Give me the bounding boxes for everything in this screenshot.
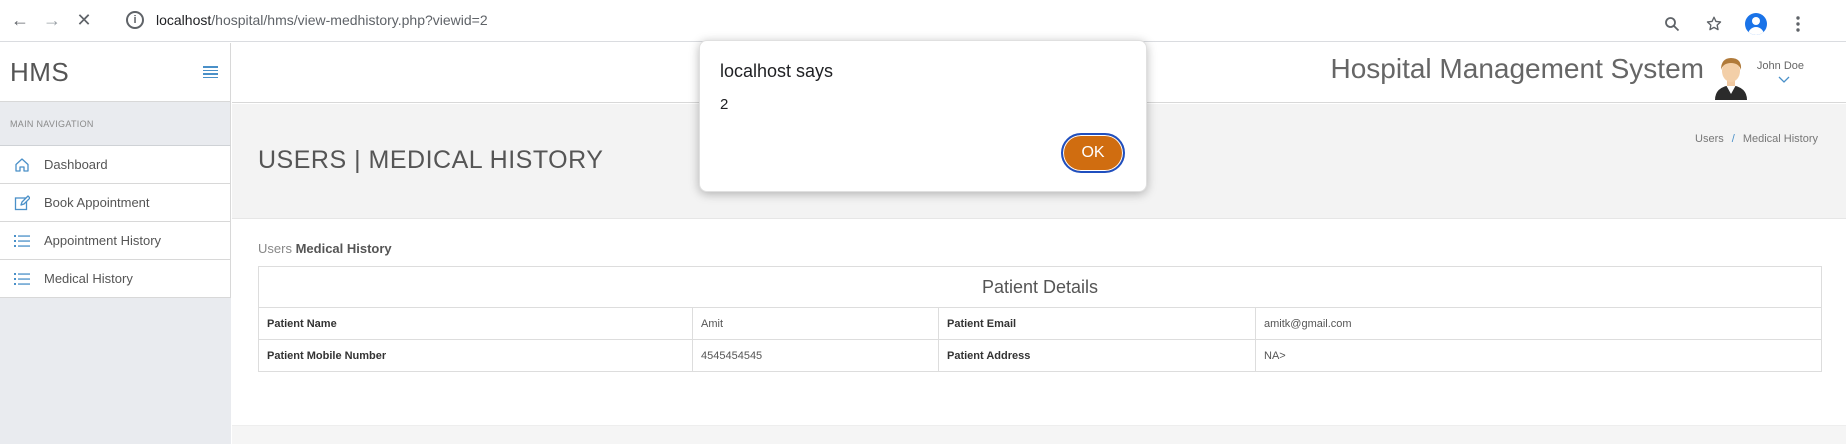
sidebar-item-book-appointment[interactable]: Book Appointment (0, 184, 230, 222)
patient-name-value: Amit (692, 307, 939, 340)
url-host: localhost (156, 12, 212, 28)
patient-address-value: NA> (1255, 339, 1822, 372)
home-icon (0, 157, 44, 173)
browser-toolbar: ← → ✕ i localhost/hospital/hms/view-medh… (0, 0, 1846, 42)
alert-dialog: localhost says 2 OK (699, 40, 1147, 192)
sidebar-item-dashboard[interactable]: Dashboard (0, 146, 230, 184)
stop-icon[interactable]: ✕ (72, 9, 96, 33)
breadcrumb-current: Medical History (1742, 133, 1818, 145)
url-text[interactable]: localhost/hospital/hms/view-medhistory.p… (156, 12, 488, 28)
sidebar-item-appointment-history[interactable]: Appointment History (0, 222, 230, 260)
brand-logo[interactable]: HMS (10, 57, 69, 88)
sidebar-menu: Dashboard Book Appointment Appointment H… (0, 146, 231, 298)
forward-icon[interactable]: → (40, 9, 64, 33)
sidebar-item-label: Book Appointment (44, 195, 150, 210)
patient-address-label: Patient Address (938, 339, 1256, 372)
breadcrumb-separator: / (1731, 133, 1735, 145)
list-icon (0, 272, 44, 286)
table-heading: Patient Details (258, 266, 1822, 308)
sidebar-item-label: Appointment History (44, 233, 162, 248)
address-bar[interactable]: i localhost/hospital/hms/view-medhistory… (118, 4, 1828, 36)
ok-button[interactable]: OK (1061, 133, 1125, 173)
section-title-main: Medical History (295, 241, 392, 256)
edit-icon (0, 194, 44, 211)
patient-mobile-value: 4545454545 (692, 339, 939, 372)
sidebar: HMS MAIN NAVIGATION Dashboard Book Appoi… (0, 43, 231, 444)
profile-icon[interactable] (1744, 12, 1768, 36)
list-icon (0, 234, 44, 248)
sidebar-item-label: Medical History (44, 271, 133, 286)
patient-mobile-label: Patient Mobile Number (258, 339, 693, 372)
section-title: Users Medical History (258, 241, 392, 256)
user-avatar[interactable] (1712, 54, 1750, 100)
sidebar-item-label: Dashboard (44, 157, 108, 172)
breadcrumb: Users / Medical History (1695, 133, 1818, 145)
dialog-message: 2 (720, 96, 729, 113)
dialog-title: localhost says (720, 61, 834, 81)
patient-email-value: amitk@gmail.com (1255, 307, 1822, 340)
zoom-icon[interactable] (1660, 12, 1684, 36)
table-row: Patient Name Amit Patient Email amitk@gm… (258, 307, 1822, 340)
patient-name-label: Patient Name (258, 307, 693, 340)
breadcrumb-users[interactable]: Users (1695, 133, 1724, 145)
content-panel: Users Medical History Patient Details Pa… (232, 219, 1846, 425)
url-path: /hospital/hms/view-medhistory.php?viewid… (211, 12, 488, 28)
content-footer (232, 425, 1846, 444)
patient-details-table: Patient Details Patient Name Amit Patien… (258, 266, 1822, 372)
chevron-down-icon[interactable] (1778, 73, 1790, 87)
more-menu-icon[interactable] (1786, 12, 1810, 36)
nav-section-label: MAIN NAVIGATION (0, 102, 231, 146)
brand-header: HMS (0, 43, 231, 102)
page-title: USERS | MEDICAL HISTORY (258, 146, 604, 174)
site-info-icon[interactable]: i (126, 11, 144, 29)
hamburger-menu-icon[interactable] (203, 66, 218, 78)
table-row: Patient Mobile Number 4545454545 Patient… (258, 339, 1822, 372)
bookmark-star-icon[interactable] (1702, 12, 1726, 36)
app-title: Hospital Management System (1330, 53, 1704, 84)
section-title-prefix: Users (258, 241, 292, 256)
user-name[interactable]: John Doe (1757, 60, 1804, 72)
sidebar-item-medical-history[interactable]: Medical History (0, 260, 230, 298)
back-icon[interactable]: ← (8, 9, 32, 33)
patient-email-label: Patient Email (938, 307, 1256, 340)
